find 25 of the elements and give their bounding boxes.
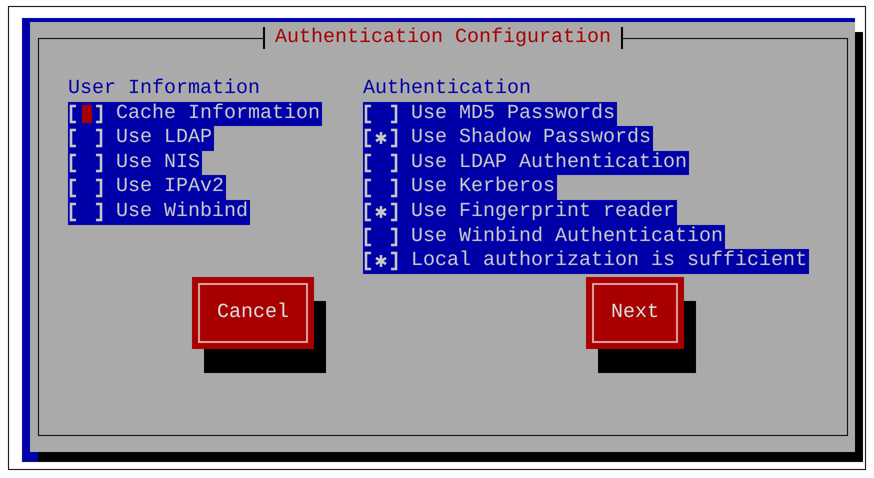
checkbox-row[interactable]: Cache Information [68, 102, 322, 126]
dialog-title: Authentication Configuration [274, 26, 612, 50]
checkbox-label: Cache Information [116, 102, 322, 126]
checkbox-row[interactable]: Use Shadow Passwords [363, 126, 654, 151]
checkbox-label: Use Shadow Passwords [411, 126, 652, 151]
checkbox-row[interactable]: Use LDAP [68, 126, 214, 151]
checkbox-label: Use LDAP [116, 126, 214, 151]
dialog-button[interactable]: Next [586, 276, 684, 349]
checkbox-label: Use Kerberos [411, 175, 556, 200]
checkbox-row[interactable]: Use Fingerprint reader [363, 200, 678, 225]
checkbox-row[interactable]: Use IPAv2 [68, 175, 226, 200]
checkbox-label: Use NIS [116, 150, 202, 176]
section-heading: Authentication [363, 77, 532, 102]
checkbox-label: Use IPAv2 [116, 175, 226, 200]
checkbox-row[interactable]: Use Winbind [68, 200, 250, 225]
checkbox-label: Use Fingerprint reader [411, 200, 676, 225]
section-heading: User Information [68, 77, 260, 102]
checkbox-row[interactable]: Use LDAP Authentication [363, 150, 690, 176]
dialog-button[interactable]: Cancel [192, 276, 314, 349]
checkbox-label: Use Winbind [116, 200, 250, 225]
checkbox-label: Use MD5 Passwords [411, 102, 616, 126]
checkbox-row[interactable]: Use NIS [68, 150, 202, 176]
checkbox-label: Use LDAP Authentication [411, 150, 688, 176]
checkbox-row[interactable]: Use Kerberos [363, 175, 558, 200]
checkbox-row[interactable]: Use MD5 Passwords [363, 102, 618, 126]
